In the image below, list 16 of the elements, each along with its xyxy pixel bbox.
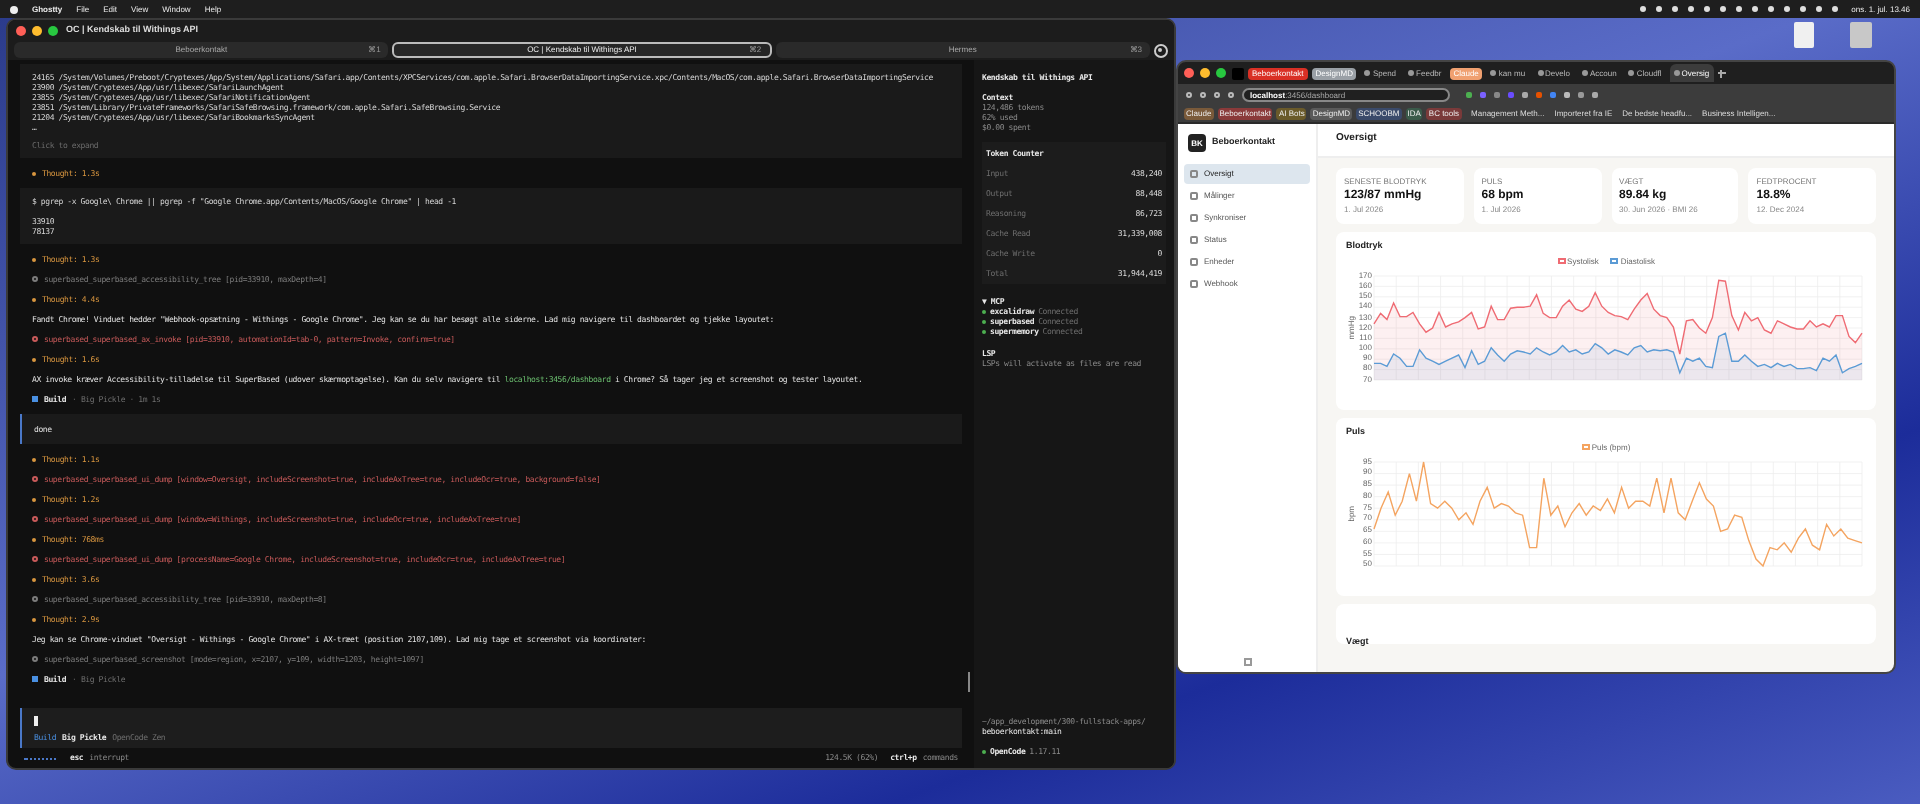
new-tab-icon[interactable]: [1717, 69, 1726, 77]
sidebar-toggle-icon[interactable]: [1243, 658, 1251, 666]
tool-icon: [32, 556, 38, 562]
text-cursor-icon: [34, 716, 38, 726]
scrollbar-icon[interactable]: [968, 672, 970, 692]
status-icons-drawing[interactable]: [1639, 6, 1838, 12]
tool-icon: [32, 596, 38, 602]
tool-icon: [32, 476, 38, 482]
tool-icon: [32, 276, 38, 282]
tool-icon: [32, 516, 38, 522]
square-icon: [32, 676, 38, 682]
extension-icons-drawing[interactable]: [1466, 92, 1598, 98]
add-tab-icon[interactable]: [1153, 43, 1168, 57]
tool-icon: [32, 656, 38, 662]
square-icon: [32, 396, 38, 402]
tool-icon: [32, 336, 38, 342]
